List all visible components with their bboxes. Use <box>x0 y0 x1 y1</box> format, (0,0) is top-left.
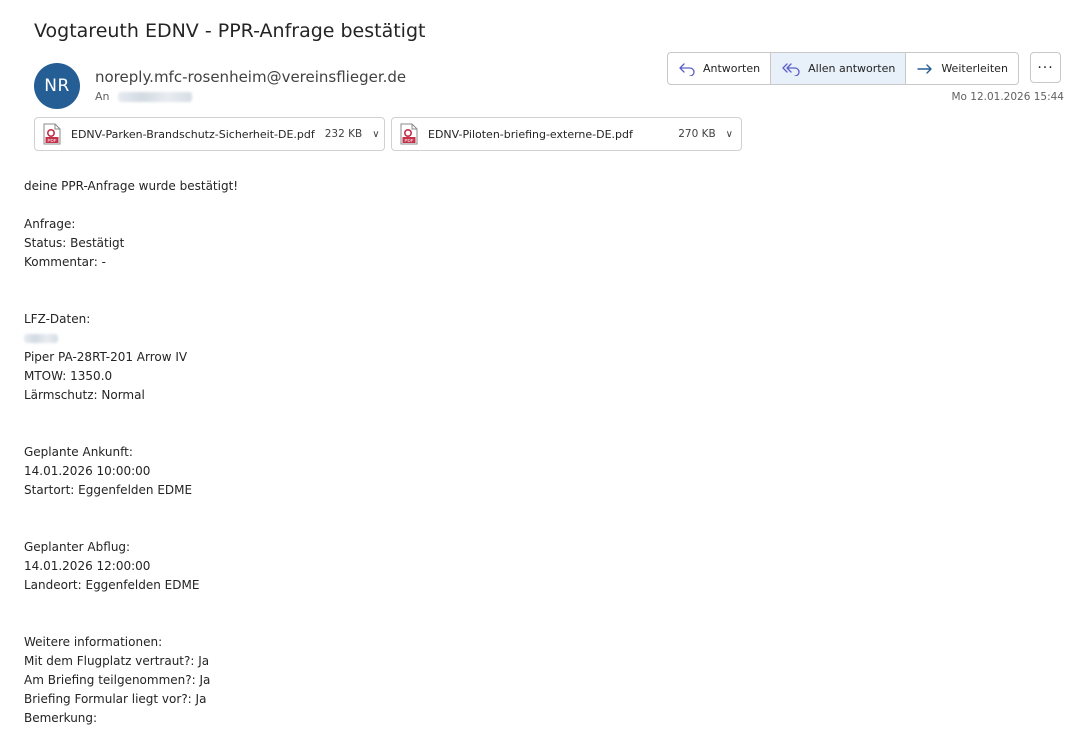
reply-all-icon <box>781 62 801 76</box>
familiar-line: Mit dem Flugplatz vertraut?: Ja <box>24 654 210 668</box>
briefing-attended-line: Am Briefing teilgenommen?: Ja <box>24 673 211 687</box>
svg-text:PDF: PDF <box>405 138 414 143</box>
departure-from: Startort: Eggenfelden EDME <box>24 483 193 497</box>
pdf-icon: PDF <box>43 123 61 145</box>
email-subject: Vogtareuth EDNV - PPR-Anfrage bestätigt <box>34 20 426 42</box>
registration-redacted <box>24 329 238 348</box>
comment-line: Kommentar: - <box>24 255 106 269</box>
reply-all-button[interactable]: Allen antworten <box>771 53 907 84</box>
pdf-icon: PDF <box>400 123 418 145</box>
greeting: deine PPR-Anfrage wurde bestätigt! <box>24 179 239 193</box>
chevron-down-icon[interactable]: ∨ <box>372 129 379 140</box>
more-icon: ··· <box>1037 59 1054 76</box>
forward-button[interactable]: Weiterleiten <box>906 53 1018 84</box>
more-actions-button[interactable]: ··· <box>1030 52 1061 83</box>
to-label: An <box>95 90 110 103</box>
email-body: deine PPR-Anfrage wurde bestätigt! Anfra… <box>24 177 238 728</box>
aircraft-type: Piper PA-28RT-201 Arrow IV <box>24 350 188 364</box>
received-date: Mo 12.01.2026 15:44 <box>951 91 1064 103</box>
sender-email[interactable]: noreply.mfc-rosenheim@vereinsflieger.de <box>95 68 406 86</box>
attachment-item[interactable]: PDF EDNV-Piloten-briefing-externe-DE.pdf… <box>391 117 742 151</box>
attachment-name: EDNV-Piloten-briefing-externe-DE.pdf <box>428 127 633 141</box>
message-actions: Antworten Allen antworten Weiterleiten <box>667 52 1019 85</box>
sender-avatar[interactable]: NR <box>34 63 80 109</box>
attachment-size: 270 KB <box>678 128 716 140</box>
chevron-down-icon[interactable]: ∨ <box>726 129 733 140</box>
departure-time: 14.01.2026 12:00:00 <box>24 559 151 573</box>
departure-header: Geplanter Abflug: <box>24 540 131 554</box>
destination-line: Landeort: Eggenfelden EDME <box>24 578 200 592</box>
status-line: Status: Bestätigt <box>24 236 125 250</box>
reply-button[interactable]: Antworten <box>668 53 772 84</box>
reply-all-label: Allen antworten <box>808 62 896 75</box>
forward-label: Weiterleiten <box>941 62 1008 75</box>
forward-icon <box>916 62 934 76</box>
briefing-form-line: Briefing Formular liegt vor?: Ja <box>24 692 207 706</box>
aircraft-header: LFZ-Daten: <box>24 312 91 326</box>
request-header: Anfrage: <box>24 217 76 231</box>
noise-line: Lärmschutz: Normal <box>24 388 145 402</box>
recipient-redacted <box>117 91 192 102</box>
reply-icon <box>678 62 696 76</box>
info-header: Weitere informationen: <box>24 635 163 649</box>
arrival-header: Geplante Ankunft: <box>24 445 133 459</box>
reply-label: Antworten <box>703 62 761 75</box>
attachment-name: EDNV-Parken-Brandschutz-Sicherheit-DE.pd… <box>71 127 315 141</box>
remark-line: Bemerkung: <box>24 711 98 725</box>
recipient-row: An <box>95 90 192 103</box>
mtow-line: MTOW: 1350.0 <box>24 369 113 383</box>
attachment-size: 232 KB <box>324 128 363 140</box>
attachment-item[interactable]: PDF EDNV-Parken-Brandschutz-Sicherheit-D… <box>34 117 385 151</box>
arrival-time: 14.01.2026 10:00:00 <box>24 464 151 478</box>
svg-text:PDF: PDF <box>48 138 57 143</box>
